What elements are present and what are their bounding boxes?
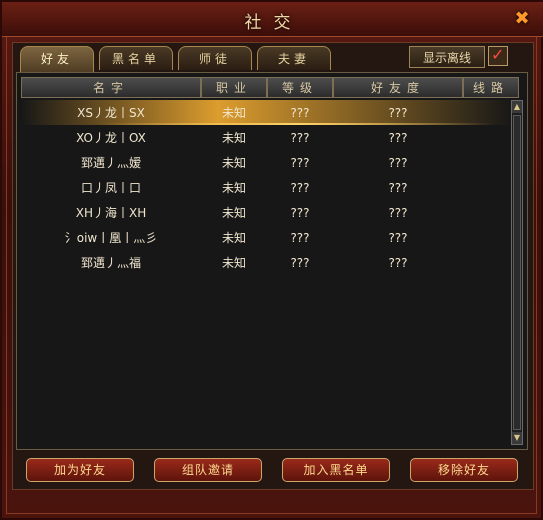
remove-friend-button[interactable]: 移除好友 [410,458,518,482]
column-job: 职业 [201,77,267,98]
friend-name: 氵oiw丨凰丨灬彡 [64,231,158,245]
friend-affinity: ??? [388,105,408,120]
arrow-up-icon[interactable]: ▲ [512,101,522,113]
add-friend-button[interactable]: 加为好友 [26,458,134,482]
friend-name: XS丿龙丨SX [77,106,145,120]
tab-friends[interactable]: 好友 [20,46,94,72]
table-row[interactable]: 氵oiw丨凰丨灬彡 未知 ??? ??? [21,225,513,250]
social-window: 社交 ✖ 好友 黑名单 师徒 夫妻 显示离线 名字 职业 等级 好友度 线路 X… [0,0,543,520]
table-row[interactable]: 郅邁丿灬嫒 未知 ??? ??? [21,150,513,175]
add-blacklist-button[interactable]: 加入黑名单 [282,458,390,482]
friend-name: 郅邁丿灬福 [80,256,141,270]
column-affinity: 好友度 [333,77,463,98]
friend-job: 未知 [221,106,246,120]
friend-job: 未知 [221,231,246,245]
friend-level: ??? [290,255,310,270]
friend-affinity: ??? [388,205,408,220]
window-title: 社交 [244,13,303,33]
friend-level: ??? [290,180,310,195]
friend-list: 名字 职业 等级 好友度 线路 XS丿龙丨SX 未知 ??? ??? XO丿龙丨… [16,72,528,450]
tab-spouse[interactable]: 夫妻 [257,46,331,70]
tab-master-apprentice[interactable]: 师徒 [178,46,252,70]
friend-level: ??? [290,155,310,170]
scrollbar-thumb[interactable] [513,115,521,430]
friend-rows: XS丿龙丨SX 未知 ??? ??? XO丿龙丨OX 未知 ??? ??? 郅邁… [21,100,513,275]
show-offline-checkbox[interactable] [488,45,508,66]
friend-job: 未知 [221,181,246,195]
friend-affinity: ??? [388,230,408,245]
close-icon[interactable]: ✖ [513,10,531,28]
column-line: 线路 [463,77,519,98]
tab-bar: 好友 黑名单 师徒 夫妻 [20,46,331,72]
friend-name: XH丿海丨XH [75,206,147,220]
column-level: 等级 [267,77,333,98]
friend-name: XO丿龙丨OX [76,131,146,145]
friend-affinity: ??? [388,155,408,170]
tab-blacklist[interactable]: 黑名单 [99,46,173,70]
friend-job: 未知 [221,256,246,270]
friend-name: 口丿凤丨口 [80,181,141,195]
action-bar: 加为好友 组队邀请 加入黑名单 移除好友 [26,458,522,482]
friend-level: ??? [290,105,310,120]
friend-affinity: ??? [388,255,408,270]
table-row[interactable]: XS丿龙丨SX 未知 ??? ??? [21,100,513,125]
show-offline-label: 显示离线 [409,46,485,68]
friend-job: 未知 [221,156,246,170]
friend-level: ??? [290,205,310,220]
title-bar: 社交 ✖ [2,2,543,37]
friend-level: ??? [290,230,310,245]
friend-affinity: ??? [388,180,408,195]
table-row[interactable]: XH丿海丨XH 未知 ??? ??? [21,200,513,225]
table-row[interactable]: 口丿凤丨口 未知 ??? ??? [21,175,513,200]
friend-job: 未知 [221,206,246,220]
team-invite-button[interactable]: 组队邀请 [154,458,262,482]
list-header: 名字 职业 等级 好友度 线路 [21,77,519,98]
list-scrollbar[interactable]: ▲ ▼ [511,100,523,445]
table-row[interactable]: XO丿龙丨OX 未知 ??? ??? [21,125,513,150]
friend-job: 未知 [221,131,246,145]
friend-name: 郅邁丿灬嫒 [80,156,141,170]
friend-level: ??? [290,130,310,145]
table-row[interactable]: 郅邁丿灬福 未知 ??? ??? [21,250,513,275]
friend-affinity: ??? [388,130,408,145]
column-name: 名字 [21,77,201,98]
arrow-down-icon[interactable]: ▼ [512,432,522,444]
